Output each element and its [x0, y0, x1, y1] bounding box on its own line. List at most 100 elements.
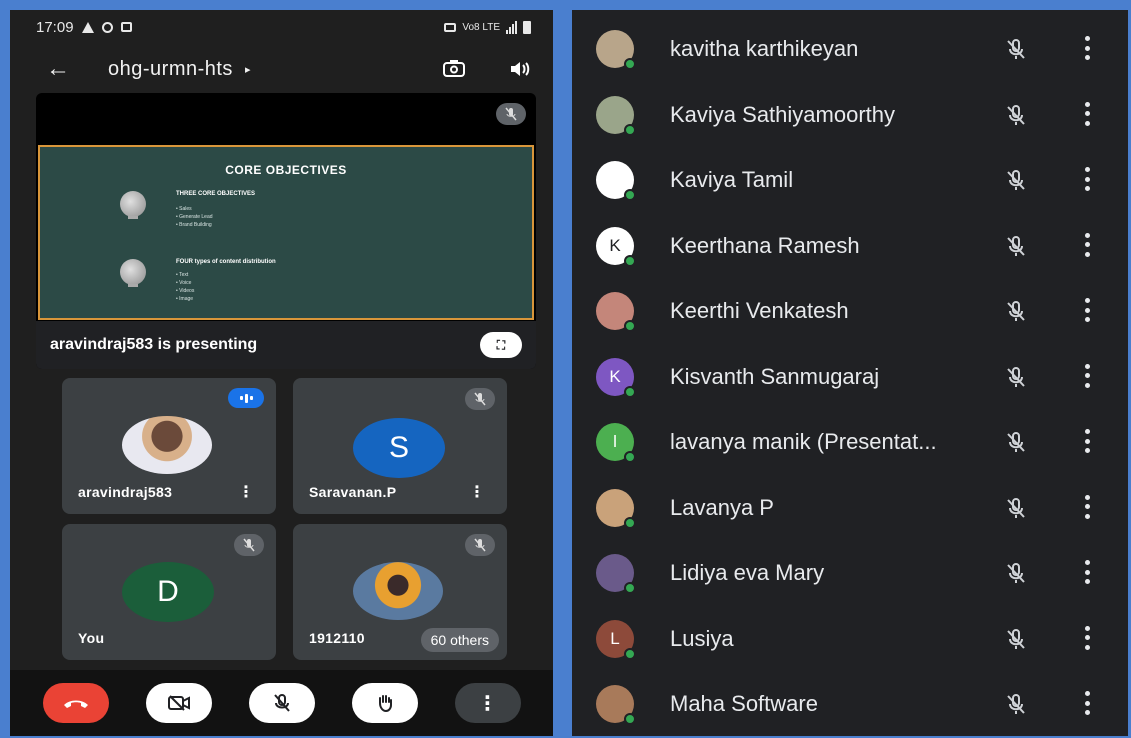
more-vert-icon[interactable] — [1084, 167, 1090, 191]
participant-row[interactable]: kavitha karthikeyan — [572, 16, 1128, 82]
raise-hand-button[interactable] — [351, 683, 418, 723]
tile-name: You — [78, 630, 105, 646]
slide-item: • Image — [176, 296, 194, 302]
avatar: D — [122, 562, 214, 622]
participant-tile[interactable]: S Saravanan.P ⋮ — [293, 378, 507, 514]
tile-name: 1912110 — [309, 630, 365, 646]
screenshot-frame: 17:09 Vo8 LTE ← ohg-urmn-hts ▸ CORE OBJE… — [0, 0, 1131, 738]
signal-icon — [506, 20, 517, 34]
avatar: L — [596, 619, 636, 660]
more-options-icon[interactable]: ⋮ — [469, 482, 485, 502]
participant-row[interactable]: Lidiya eva Mary — [572, 540, 1128, 606]
online-status-icon — [624, 647, 636, 660]
others-count-chip[interactable]: 60 others — [420, 628, 499, 652]
slide-item: • Text — [176, 272, 189, 278]
mic-off-icon[interactable] — [1005, 104, 1027, 126]
mic-off-icon[interactable] — [1005, 169, 1027, 191]
mic-off-icon[interactable] — [1005, 300, 1027, 322]
participant-tile[interactable]: aravindraj583 ⋮ — [62, 378, 276, 514]
fullscreen-button[interactable]: ⛶ — [480, 332, 522, 358]
participant-row[interactable]: l lavanya manik (Presentat... — [572, 409, 1128, 475]
shared-slide: CORE OBJECTIVES THREE CORE OBJECTIVES • … — [38, 145, 534, 320]
participant-row[interactable]: Kaviya Tamil — [572, 147, 1128, 213]
call-controls: ⋮ — [10, 670, 553, 736]
speaker-icon[interactable] — [507, 58, 533, 80]
participant-row[interactable]: Kaviya Sathiyamoorthy — [572, 82, 1128, 148]
participant-row[interactable]: K Keerthana Ramesh — [572, 213, 1128, 279]
slide-item: • Voice — [176, 280, 192, 286]
participant-name: lavanya manik (Presentat... — [670, 429, 937, 454]
mic-off-icon[interactable] — [1005, 562, 1027, 584]
participant-row[interactable]: Maha Software — [572, 671, 1128, 736]
slide-item: • Videos — [176, 288, 195, 294]
more-vert-icon[interactable] — [1084, 101, 1090, 126]
online-status-icon — [624, 451, 636, 463]
more-vert-icon[interactable] — [1084, 36, 1090, 60]
mic-off-icon — [234, 534, 264, 556]
participant-name: Lavanya P — [670, 494, 774, 520]
network-label: Vo8 LTE — [462, 21, 500, 33]
participant-row[interactable]: L Lusiya — [572, 606, 1128, 672]
participant-name: Keerthi Venkatesh — [670, 298, 849, 323]
more-vert-icon[interactable] — [1084, 560, 1090, 584]
avatar — [353, 562, 443, 620]
phone-hangup-icon — [63, 700, 88, 708]
more-options-button[interactable]: ⋮ — [454, 683, 521, 723]
tile-name: Saravanan.P — [309, 484, 397, 500]
mic-off-icon[interactable] — [1005, 235, 1027, 257]
camera-off-icon — [167, 695, 190, 711]
slide-title: CORE OBJECTIVES — [225, 163, 347, 177]
slide-heading-2: FOUR types of content distribution — [176, 259, 276, 265]
mic-off-icon[interactable] — [1005, 628, 1027, 650]
avatar: l — [596, 423, 636, 463]
avatar — [596, 95, 636, 136]
participant-name: Kaviya Sathiyamoorthy — [670, 101, 895, 127]
avatar — [596, 161, 636, 201]
more-vert-icon[interactable] — [1084, 232, 1090, 257]
slide-list-2: • Text • Voice • Videos • Image — [176, 271, 194, 303]
mic-off-icon — [465, 534, 495, 556]
slide-list-1: • Sales • Generate Lead • Brand Building — [176, 205, 213, 229]
online-status-icon — [624, 320, 636, 332]
meeting-code[interactable]: ohg-urmn-hts — [108, 58, 233, 81]
more-vert-icon[interactable] — [1084, 298, 1090, 322]
mic-off-button[interactable] — [248, 683, 315, 723]
avatar: S — [353, 418, 445, 478]
more-vert-icon[interactable] — [1084, 625, 1090, 650]
slide-item: • Generate Lead — [176, 214, 213, 220]
switch-camera-icon[interactable] — [441, 58, 467, 80]
presenter-bar: aravindraj583 is presenting ⛶ — [36, 321, 536, 369]
participant-tile-self[interactable]: D You — [62, 524, 276, 660]
more-vert-icon[interactable] — [1084, 691, 1090, 715]
more-vert-icon[interactable] — [1084, 494, 1090, 519]
slide-item: • Sales — [176, 206, 192, 212]
more-vert-icon[interactable] — [1084, 363, 1090, 388]
online-status-icon — [624, 58, 636, 70]
expand-caret-icon[interactable]: ▸ — [245, 63, 251, 76]
avatar — [122, 416, 212, 474]
status-time: 17:09 — [36, 18, 74, 36]
mic-off-icon — [273, 694, 290, 712]
participant-row[interactable]: K Kisvanth Sanmugaraj — [572, 344, 1128, 410]
avatar — [596, 554, 636, 594]
mic-off-icon[interactable] — [1005, 431, 1027, 453]
participant-row[interactable]: Keerthi Venkatesh — [572, 278, 1128, 344]
participant-row[interactable]: Lavanya P — [572, 475, 1128, 541]
more-options-icon[interactable]: ⋮ — [238, 482, 254, 502]
more-vert-icon[interactable] — [1084, 429, 1090, 453]
mic-off-icon[interactable] — [1005, 366, 1027, 388]
online-status-icon — [624, 189, 636, 201]
message-icon — [120, 22, 132, 32]
mic-off-icon[interactable] — [1005, 693, 1027, 715]
end-call-button[interactable] — [42, 683, 109, 723]
battery-icon — [523, 20, 531, 34]
participant-tile[interactable]: 1912110 60 others — [293, 524, 507, 660]
mic-off-icon[interactable] — [1005, 497, 1027, 519]
mic-off-icon[interactable] — [1005, 38, 1027, 60]
participant-name: Lidiya eva Mary — [670, 560, 825, 585]
camera-off-button[interactable] — [145, 683, 212, 723]
participants-panel: kavitha karthikeyan Kaviya Sathiyamoorthy… — [572, 10, 1128, 736]
online-status-icon — [624, 123, 636, 136]
back-arrow-icon[interactable]: ← — [46, 55, 82, 83]
slide-item: • Brand Building — [176, 222, 212, 228]
